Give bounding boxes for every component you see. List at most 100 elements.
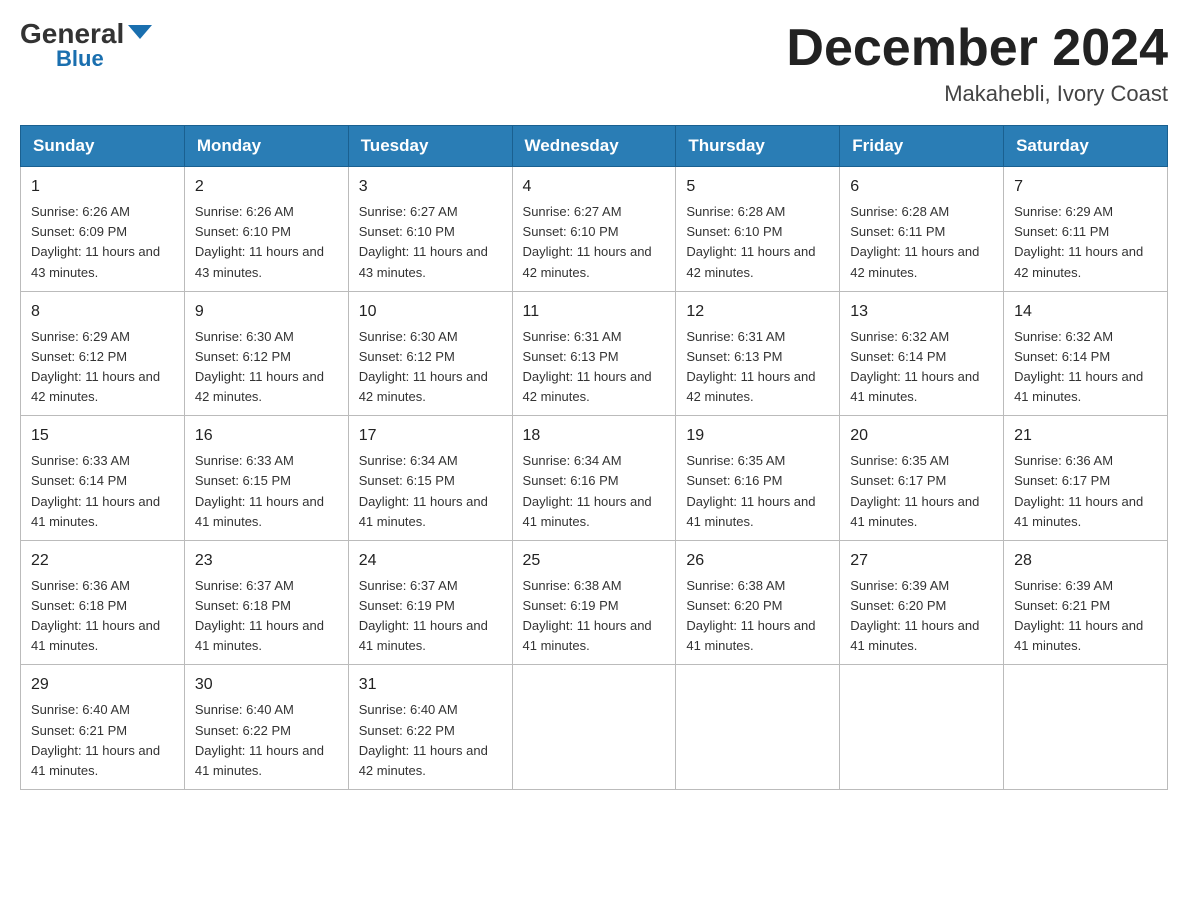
day-number: 5 <box>686 175 829 199</box>
calendar-day-cell: 17 Sunrise: 6:34 AMSunset: 6:15 PMDayligh… <box>348 416 512 541</box>
day-number: 8 <box>31 300 174 324</box>
day-number: 28 <box>1014 549 1157 573</box>
day-number: 27 <box>850 549 993 573</box>
calendar-day-cell: 22 Sunrise: 6:36 AMSunset: 6:18 PMDayligh… <box>21 540 185 665</box>
day-info: Sunrise: 6:35 AMSunset: 6:17 PMDaylight:… <box>850 453 979 528</box>
day-number: 9 <box>195 300 338 324</box>
day-number: 1 <box>31 175 174 199</box>
column-header-saturday: Saturday <box>1004 126 1168 167</box>
day-number: 10 <box>359 300 502 324</box>
day-info: Sunrise: 6:38 AMSunset: 6:20 PMDaylight:… <box>686 578 815 653</box>
day-info: Sunrise: 6:29 AMSunset: 6:11 PMDaylight:… <box>1014 204 1143 279</box>
day-number: 2 <box>195 175 338 199</box>
calendar-day-cell <box>512 665 676 790</box>
day-info: Sunrise: 6:33 AMSunset: 6:15 PMDaylight:… <box>195 453 324 528</box>
calendar-day-cell: 18Sunrise: 6:34 AMSunset: 6:16 PMDayligh… <box>512 416 676 541</box>
calendar-day-cell: 21 Sunrise: 6:36 AMSunset: 6:17 PMDayligh… <box>1004 416 1168 541</box>
day-info: Sunrise: 6:36 AMSunset: 6:18 PMDaylight:… <box>31 578 160 653</box>
day-number: 19 <box>686 424 829 448</box>
day-info: Sunrise: 6:30 AMSunset: 6:12 PMDaylight:… <box>195 329 324 404</box>
calendar-day-cell: 31 Sunrise: 6:40 AMSunset: 6:22 PMDayligh… <box>348 665 512 790</box>
logo: General Blue <box>20 20 152 72</box>
column-header-wednesday: Wednesday <box>512 126 676 167</box>
location-subtitle: Makahebli, Ivory Coast <box>786 81 1168 107</box>
day-number: 4 <box>523 175 666 199</box>
calendar-day-cell: 15 Sunrise: 6:33 AMSunset: 6:14 PMDayligh… <box>21 416 185 541</box>
day-info: Sunrise: 6:26 AMSunset: 6:09 PMDaylight:… <box>31 204 160 279</box>
calendar-day-cell: 24Sunrise: 6:37 AMSunset: 6:19 PMDayligh… <box>348 540 512 665</box>
calendar-day-cell: 23Sunrise: 6:37 AMSunset: 6:18 PMDayligh… <box>184 540 348 665</box>
day-info: Sunrise: 6:34 AMSunset: 6:15 PMDaylight:… <box>359 453 488 528</box>
day-number: 7 <box>1014 175 1157 199</box>
day-number: 21 <box>1014 424 1157 448</box>
calendar-day-cell: 3 Sunrise: 6:27 AMSunset: 6:10 PMDaylight… <box>348 167 512 292</box>
calendar-day-cell: 4Sunrise: 6:27 AMSunset: 6:10 PMDaylight… <box>512 167 676 292</box>
calendar-week-row: 8 Sunrise: 6:29 AMSunset: 6:12 PMDaylight… <box>21 291 1168 416</box>
day-info: Sunrise: 6:40 AMSunset: 6:22 PMDaylight:… <box>359 702 488 777</box>
day-number: 22 <box>31 549 174 573</box>
calendar-day-cell: 7 Sunrise: 6:29 AMSunset: 6:11 PMDaylight… <box>1004 167 1168 292</box>
day-info: Sunrise: 6:33 AMSunset: 6:14 PMDaylight:… <box>31 453 160 528</box>
day-info: Sunrise: 6:40 AMSunset: 6:22 PMDaylight:… <box>195 702 324 777</box>
day-number: 25 <box>523 549 666 573</box>
column-header-tuesday: Tuesday <box>348 126 512 167</box>
day-number: 17 <box>359 424 502 448</box>
day-info: Sunrise: 6:31 AMSunset: 6:13 PMDaylight:… <box>523 329 652 404</box>
logo-blue-text: Blue <box>56 46 104 72</box>
day-info: Sunrise: 6:29 AMSunset: 6:12 PMDaylight:… <box>31 329 160 404</box>
day-number: 24 <box>359 549 502 573</box>
day-number: 26 <box>686 549 829 573</box>
day-number: 16 <box>195 424 338 448</box>
calendar-day-cell: 16 Sunrise: 6:33 AMSunset: 6:15 PMDayligh… <box>184 416 348 541</box>
day-info: Sunrise: 6:32 AMSunset: 6:14 PMDaylight:… <box>850 329 979 404</box>
day-number: 6 <box>850 175 993 199</box>
calendar-day-cell: 2 Sunrise: 6:26 AMSunset: 6:10 PMDaylight… <box>184 167 348 292</box>
calendar-day-cell: 10 Sunrise: 6:30 AMSunset: 6:12 PMDayligh… <box>348 291 512 416</box>
day-number: 15 <box>31 424 174 448</box>
calendar-day-cell: 9 Sunrise: 6:30 AMSunset: 6:12 PMDaylight… <box>184 291 348 416</box>
calendar-day-cell: 20 Sunrise: 6:35 AMSunset: 6:17 PMDayligh… <box>840 416 1004 541</box>
calendar-day-cell: 8 Sunrise: 6:29 AMSunset: 6:12 PMDaylight… <box>21 291 185 416</box>
calendar-day-cell <box>676 665 840 790</box>
calendar-day-cell: 14 Sunrise: 6:32 AMSunset: 6:14 PMDayligh… <box>1004 291 1168 416</box>
day-info: Sunrise: 6:30 AMSunset: 6:12 PMDaylight:… <box>359 329 488 404</box>
calendar-day-cell: 30Sunrise: 6:40 AMSunset: 6:22 PMDayligh… <box>184 665 348 790</box>
calendar-week-row: 15 Sunrise: 6:33 AMSunset: 6:14 PMDayligh… <box>21 416 1168 541</box>
day-info: Sunrise: 6:31 AMSunset: 6:13 PMDaylight:… <box>686 329 815 404</box>
day-info: Sunrise: 6:32 AMSunset: 6:14 PMDaylight:… <box>1014 329 1143 404</box>
day-number: 14 <box>1014 300 1157 324</box>
calendar-day-cell: 12Sunrise: 6:31 AMSunset: 6:13 PMDayligh… <box>676 291 840 416</box>
day-number: 3 <box>359 175 502 199</box>
calendar-day-cell <box>840 665 1004 790</box>
day-info: Sunrise: 6:40 AMSunset: 6:21 PMDaylight:… <box>31 702 160 777</box>
day-info: Sunrise: 6:39 AMSunset: 6:21 PMDaylight:… <box>1014 578 1143 653</box>
column-header-friday: Friday <box>840 126 1004 167</box>
calendar-header-row: SundayMondayTuesdayWednesdayThursdayFrid… <box>21 126 1168 167</box>
calendar-week-row: 29 Sunrise: 6:40 AMSunset: 6:21 PMDayligh… <box>21 665 1168 790</box>
calendar-day-cell: 19Sunrise: 6:35 AMSunset: 6:16 PMDayligh… <box>676 416 840 541</box>
day-number: 13 <box>850 300 993 324</box>
column-header-thursday: Thursday <box>676 126 840 167</box>
calendar-day-cell: 28 Sunrise: 6:39 AMSunset: 6:21 PMDayligh… <box>1004 540 1168 665</box>
calendar-day-cell: 25 Sunrise: 6:38 AMSunset: 6:19 PMDayligh… <box>512 540 676 665</box>
day-info: Sunrise: 6:26 AMSunset: 6:10 PMDaylight:… <box>195 204 324 279</box>
day-info: Sunrise: 6:27 AMSunset: 6:10 PMDaylight:… <box>359 204 488 279</box>
day-info: Sunrise: 6:34 AMSunset: 6:16 PMDaylight:… <box>523 453 652 528</box>
day-info: Sunrise: 6:36 AMSunset: 6:17 PMDaylight:… <box>1014 453 1143 528</box>
day-info: Sunrise: 6:28 AMSunset: 6:11 PMDaylight:… <box>850 204 979 279</box>
day-info: Sunrise: 6:37 AMSunset: 6:18 PMDaylight:… <box>195 578 324 653</box>
day-number: 31 <box>359 673 502 697</box>
calendar-day-cell: 1 Sunrise: 6:26 AMSunset: 6:09 PMDaylight… <box>21 167 185 292</box>
calendar-day-cell: 26 Sunrise: 6:38 AMSunset: 6:20 PMDayligh… <box>676 540 840 665</box>
calendar-day-cell: 29 Sunrise: 6:40 AMSunset: 6:21 PMDayligh… <box>21 665 185 790</box>
calendar-day-cell: 13 Sunrise: 6:32 AMSunset: 6:14 PMDayligh… <box>840 291 1004 416</box>
day-number: 29 <box>31 673 174 697</box>
day-info: Sunrise: 6:38 AMSunset: 6:19 PMDaylight:… <box>523 578 652 653</box>
column-header-sunday: Sunday <box>21 126 185 167</box>
month-title: December 2024 <box>786 20 1168 77</box>
title-area: December 2024 Makahebli, Ivory Coast <box>786 20 1168 107</box>
page-header: General Blue December 2024 Makahebli, Iv… <box>20 20 1168 107</box>
calendar-table: SundayMondayTuesdayWednesdayThursdayFrid… <box>20 125 1168 790</box>
day-number: 11 <box>523 300 666 324</box>
day-number: 20 <box>850 424 993 448</box>
